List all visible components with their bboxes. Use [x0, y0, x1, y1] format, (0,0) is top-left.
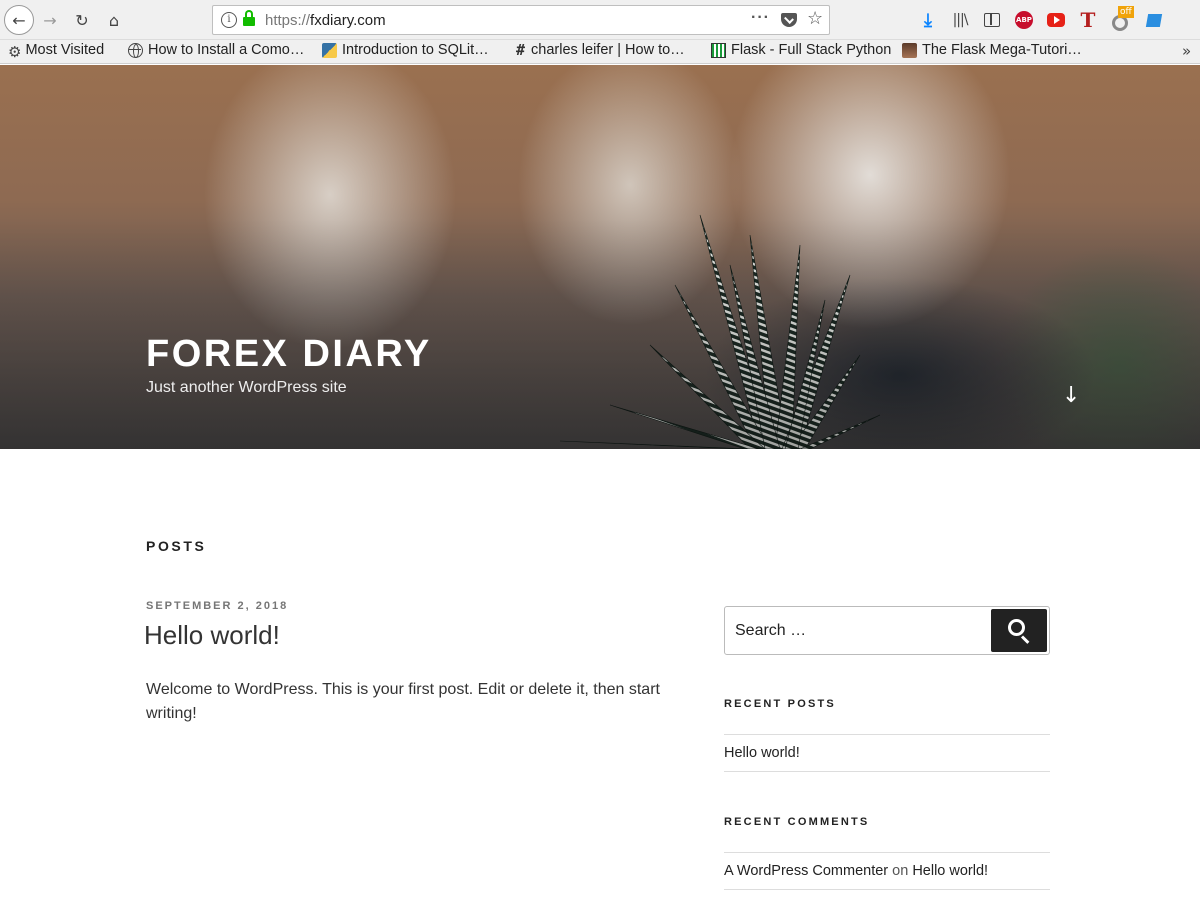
- hash-icon: #: [516, 40, 526, 59]
- scroll-down-arrow-icon[interactable]: ↓: [1062, 383, 1080, 408]
- bookmark-flask-mega[interactable]: The Flask Mega-Tutori…: [902, 42, 1082, 58]
- adblock-plus-icon[interactable]: ABP: [1014, 10, 1034, 30]
- t-label: T: [1080, 8, 1096, 32]
- bookmark-label: How to Install a Como…: [148, 42, 305, 58]
- search-input[interactable]: [735, 607, 985, 654]
- bookmarks-toolbar: ⚙ Most Visited How to Install a Como… Int…: [0, 40, 1200, 64]
- site-title[interactable]: FOREX DIARY: [146, 333, 432, 376]
- bookmark-label: Flask - Full Stack Python: [731, 42, 892, 58]
- bookmark-charles-leifer[interactable]: # charles leifer | How to…: [516, 42, 685, 58]
- home-icon: ⌂: [108, 10, 120, 30]
- bookmark-label: charles leifer | How to…: [531, 42, 685, 58]
- comment-post-link[interactable]: Hello world!: [912, 863, 988, 879]
- url-host: fxdiary.com: [310, 12, 386, 29]
- page-title: POSTS: [146, 538, 207, 554]
- site-info-icon[interactable]: i: [221, 12, 237, 28]
- url-scheme: https://: [265, 12, 311, 29]
- search-button[interactable]: [991, 609, 1047, 652]
- recent-posts-title: RECENT POSTS: [724, 698, 836, 710]
- sidebar-icon[interactable]: [982, 10, 1002, 30]
- post-title[interactable]: Hello world!: [144, 620, 280, 651]
- youtube-extension-icon[interactable]: [1046, 10, 1066, 30]
- recent-post-link[interactable]: Hello world!: [724, 745, 800, 761]
- bookmark-sqlite[interactable]: Introduction to SQLit…: [322, 42, 489, 58]
- library-icon[interactable]: |||\: [950, 10, 970, 30]
- header-image: FOREX DIARY Just another WordPress site …: [0, 65, 1200, 449]
- lock-icon[interactable]: [243, 10, 255, 26]
- search-form: [724, 606, 1050, 655]
- url-text[interactable]: https://fxdiary.com: [265, 12, 386, 29]
- bookmark-label: Most Visited: [25, 42, 105, 58]
- forward-button[interactable]: →: [36, 6, 64, 34]
- home-button[interactable]: ⌂: [100, 6, 128, 34]
- reload-button[interactable]: ↻: [68, 6, 96, 34]
- post-date[interactable]: SEPTEMBER 2, 2018: [146, 600, 288, 612]
- bookmark-star-icon[interactable]: ☆: [807, 8, 823, 29]
- bookmark-flask-fsp[interactable]: Flask - Full Stack Python: [711, 42, 891, 58]
- page-actions-icon[interactable]: ···: [751, 9, 770, 27]
- post-excerpt: Welcome to WordPress. This is your first…: [146, 681, 660, 722]
- reload-icon: ↻: [75, 10, 89, 30]
- back-button[interactable]: ←: [4, 5, 34, 35]
- comment-on-text: on: [892, 863, 909, 879]
- bookmark-install-como[interactable]: How to Install a Como…: [128, 42, 304, 58]
- bookmarks-overflow-icon[interactable]: »: [1182, 42, 1191, 60]
- download-icon[interactable]: ⤓: [918, 10, 938, 31]
- t-extension-icon[interactable]: T: [1078, 8, 1098, 32]
- python-icon: [322, 42, 337, 58]
- gear-icon: ⚙: [8, 42, 22, 61]
- abp-label: ABP: [1015, 11, 1033, 29]
- recent-comments-list: A WordPress Commenter on Hello world!: [724, 852, 1050, 890]
- flask-icon: [711, 42, 726, 58]
- recent-posts-list: Hello world!: [724, 734, 1050, 772]
- url-bar[interactable]: i https://fxdiary.com ··· ☆: [212, 5, 830, 35]
- bookmark-label: Introduction to SQLit…: [342, 42, 489, 58]
- off-extension-icon[interactable]: off: [1110, 6, 1134, 31]
- bookmark-most-visited[interactable]: ⚙ Most Visited: [8, 42, 105, 61]
- list-item: Hello world!: [724, 745, 800, 761]
- browser-toolbar: ← → ↻ ⌂ i https://fxdiary.com ··· ☆ ⤓ ||…: [0, 0, 1200, 40]
- arrow-left-icon: ←: [12, 10, 26, 30]
- arrow-right-icon: →: [43, 10, 57, 30]
- bookmark-label: The Flask Mega-Tutori…: [922, 42, 1082, 58]
- extension-badge: off: [1118, 6, 1134, 18]
- globe-icon: [128, 42, 143, 58]
- pocket-icon[interactable]: [781, 13, 797, 27]
- comment-author-link[interactable]: A WordPress Commenter: [724, 863, 888, 879]
- site-description: Just another WordPress site: [146, 379, 347, 396]
- list-item: A WordPress Commenter on Hello world!: [724, 863, 988, 879]
- blue-extension-icon[interactable]: [1144, 10, 1164, 30]
- recent-comments-title: RECENT COMMENTS: [724, 816, 870, 828]
- mega-tutorial-icon: [902, 42, 917, 58]
